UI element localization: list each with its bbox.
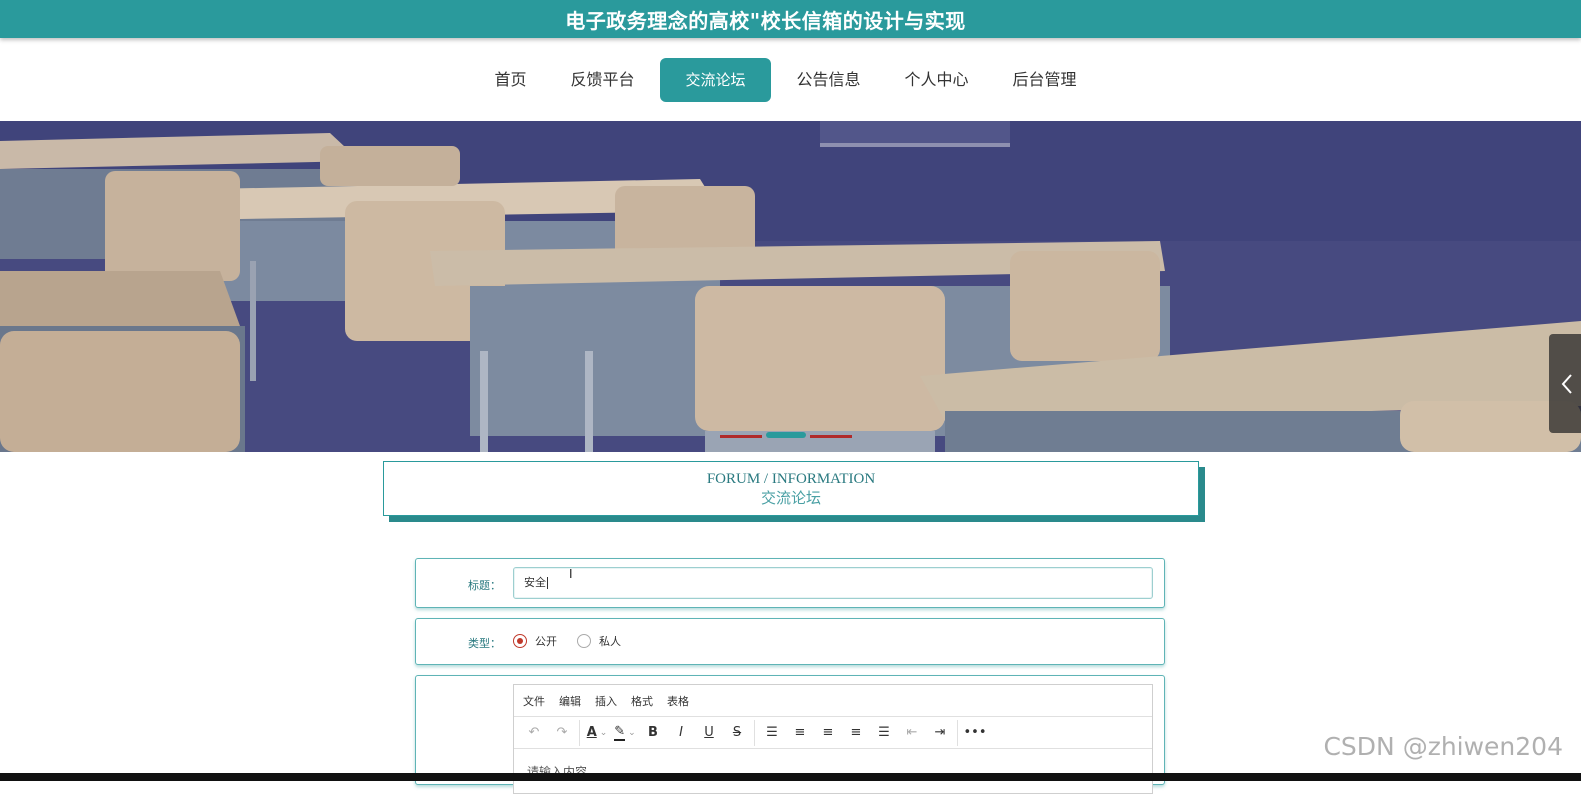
nav-item-announcements[interactable]: 公告信息 xyxy=(779,58,879,102)
type-public-radio[interactable]: 公开 xyxy=(513,633,557,649)
carousel-dot-1[interactable] xyxy=(720,435,762,438)
i-beam-cursor-icon: I xyxy=(569,567,573,581)
more-icon[interactable]: ••• xyxy=(961,720,989,746)
bottom-edge xyxy=(0,773,1581,781)
font-color-icon[interactable]: A ⌄ xyxy=(583,720,611,746)
chevron-left-icon xyxy=(1561,373,1572,394)
menu-format[interactable]: 格式 xyxy=(631,693,653,709)
text-caret xyxy=(547,577,548,589)
nav-item-admin[interactable]: 后台管理 xyxy=(995,58,1095,102)
editor-menubar: 文件 编辑 插入 格式 表格 xyxy=(514,685,1152,717)
carousel-indicators xyxy=(720,424,860,443)
carousel-dot-3[interactable] xyxy=(810,435,852,438)
bold-icon[interactable]: B xyxy=(639,720,667,746)
radio-checked-icon xyxy=(513,634,527,648)
content-row: 文件 编辑 插入 格式 表格 ↶ ↷ A ⌄ ✎ ⌄ B I U S ☰ ≡ ≡ ≡… xyxy=(415,675,1165,794)
type-label: 类型： xyxy=(468,637,501,650)
banner-carousel xyxy=(0,121,1581,452)
carousel-prev-button[interactable] xyxy=(1549,334,1581,433)
align-right-icon[interactable]: ≡ xyxy=(842,720,870,746)
classroom-illustration xyxy=(0,121,1581,452)
nav-item-home[interactable]: 首页 xyxy=(476,58,544,102)
underline-icon[interactable]: U xyxy=(695,720,723,746)
menu-file[interactable]: 文件 xyxy=(523,693,545,709)
type-private-radio[interactable]: 私人 xyxy=(577,633,621,649)
toolbar-divider xyxy=(957,719,958,746)
redo-icon[interactable]: ↷ xyxy=(548,720,576,746)
menu-edit[interactable]: 编辑 xyxy=(559,693,581,709)
top-bar: 电子政务理念的高校"校长信箱的设计与实现 xyxy=(0,0,1581,38)
align-center-icon[interactable]: ≡ xyxy=(814,720,842,746)
main-nav: 首页 反馈平台 交流论坛 公告信息 个人中心 后台管理 xyxy=(0,40,1581,120)
menu-insert[interactable]: 插入 xyxy=(595,693,617,709)
editor-toolbar: ↶ ↷ A ⌄ ✎ ⌄ B I U S ☰ ≡ ≡ ≡ ☰ ⇤ ⇥ ••• xyxy=(514,717,1152,749)
italic-icon[interactable]: I xyxy=(667,720,695,746)
outdent-icon[interactable]: ⇤ xyxy=(898,720,926,746)
toolbar-divider xyxy=(754,719,755,746)
align-left-icon[interactable]: ≡ xyxy=(786,720,814,746)
nav-item-feedback[interactable]: 反馈平台 xyxy=(552,58,652,102)
radio-unchecked-icon xyxy=(577,634,591,648)
title-label: 标题： xyxy=(468,579,501,592)
highlight-icon[interactable]: ✎ ⌄ xyxy=(611,720,639,746)
type-public-label: 公开 xyxy=(535,635,557,648)
type-private-label: 私人 xyxy=(599,635,621,648)
nav-item-profile[interactable]: 个人中心 xyxy=(887,58,987,102)
indent-icon[interactable]: ⇥ xyxy=(926,720,954,746)
nav-item-forum[interactable]: 交流论坛 xyxy=(660,58,771,102)
undo-icon[interactable]: ↶ xyxy=(520,720,548,746)
section-title-cn: 交流论坛 xyxy=(760,489,821,507)
section-title-en: FORUM / INFORMATION xyxy=(706,471,876,487)
strikethrough-icon[interactable]: S xyxy=(723,720,751,746)
section-heading: FORUM / INFORMATION 交流论坛 xyxy=(383,461,1199,516)
title-row: 标题： 安全 I xyxy=(415,558,1165,608)
site-title: 电子政务理念的高校"校长信箱的设计与实现 xyxy=(565,8,966,33)
type-row: 类型： 公开 私人 xyxy=(415,618,1165,665)
toolbar-divider xyxy=(579,719,580,746)
line-height-icon[interactable]: ☰ xyxy=(758,720,786,746)
menu-table[interactable]: 表格 xyxy=(667,693,689,709)
csdn-watermark: CSDN @zhiwen204 xyxy=(1323,732,1563,761)
carousel-dot-2[interactable] xyxy=(766,432,806,438)
title-input-value: 安全 xyxy=(524,576,546,589)
title-input[interactable]: 安全 xyxy=(513,567,1153,599)
justify-icon[interactable]: ☰ xyxy=(870,720,898,746)
type-radio-group: 公开 私人 xyxy=(513,633,641,649)
